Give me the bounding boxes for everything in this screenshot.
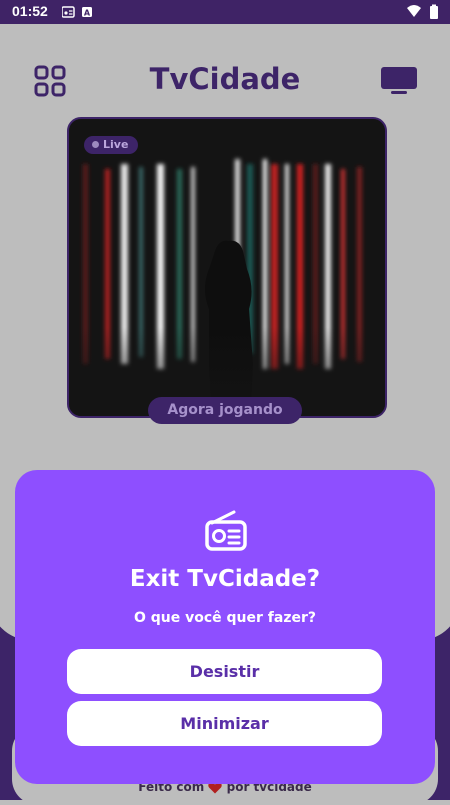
wifi-battery-icon — [407, 4, 438, 19]
quit-button[interactable]: Desistir — [67, 649, 382, 694]
live-dot-icon — [92, 140, 99, 148]
notification-icons: A — [61, 6, 94, 22]
minimize-button[interactable]: Minimizar — [67, 701, 382, 746]
live-badge: Live — [84, 136, 139, 154]
dialog-subtitle: O que você quer fazer? — [133, 610, 316, 626]
artwork-image — [69, 119, 385, 416]
now-playing-label: Agora jogando — [148, 397, 302, 424]
radio-notification-icon: A — [61, 6, 92, 18]
tv-icon[interactable] — [381, 67, 417, 95]
exit-dialog: Exit TvCidade? O que você quer fazer? De… — [15, 470, 435, 784]
svg-text:A: A — [84, 9, 91, 18]
status-time: 01:52 — [12, 3, 48, 19]
system-icons — [406, 4, 440, 24]
status-bar: 01:52 A — [0, 0, 450, 24]
dialog-title: Exit TvCidade? — [129, 566, 321, 592]
live-label: Live — [103, 138, 129, 151]
radio-icon — [205, 510, 247, 551]
player-artwork[interactable] — [67, 117, 387, 418]
